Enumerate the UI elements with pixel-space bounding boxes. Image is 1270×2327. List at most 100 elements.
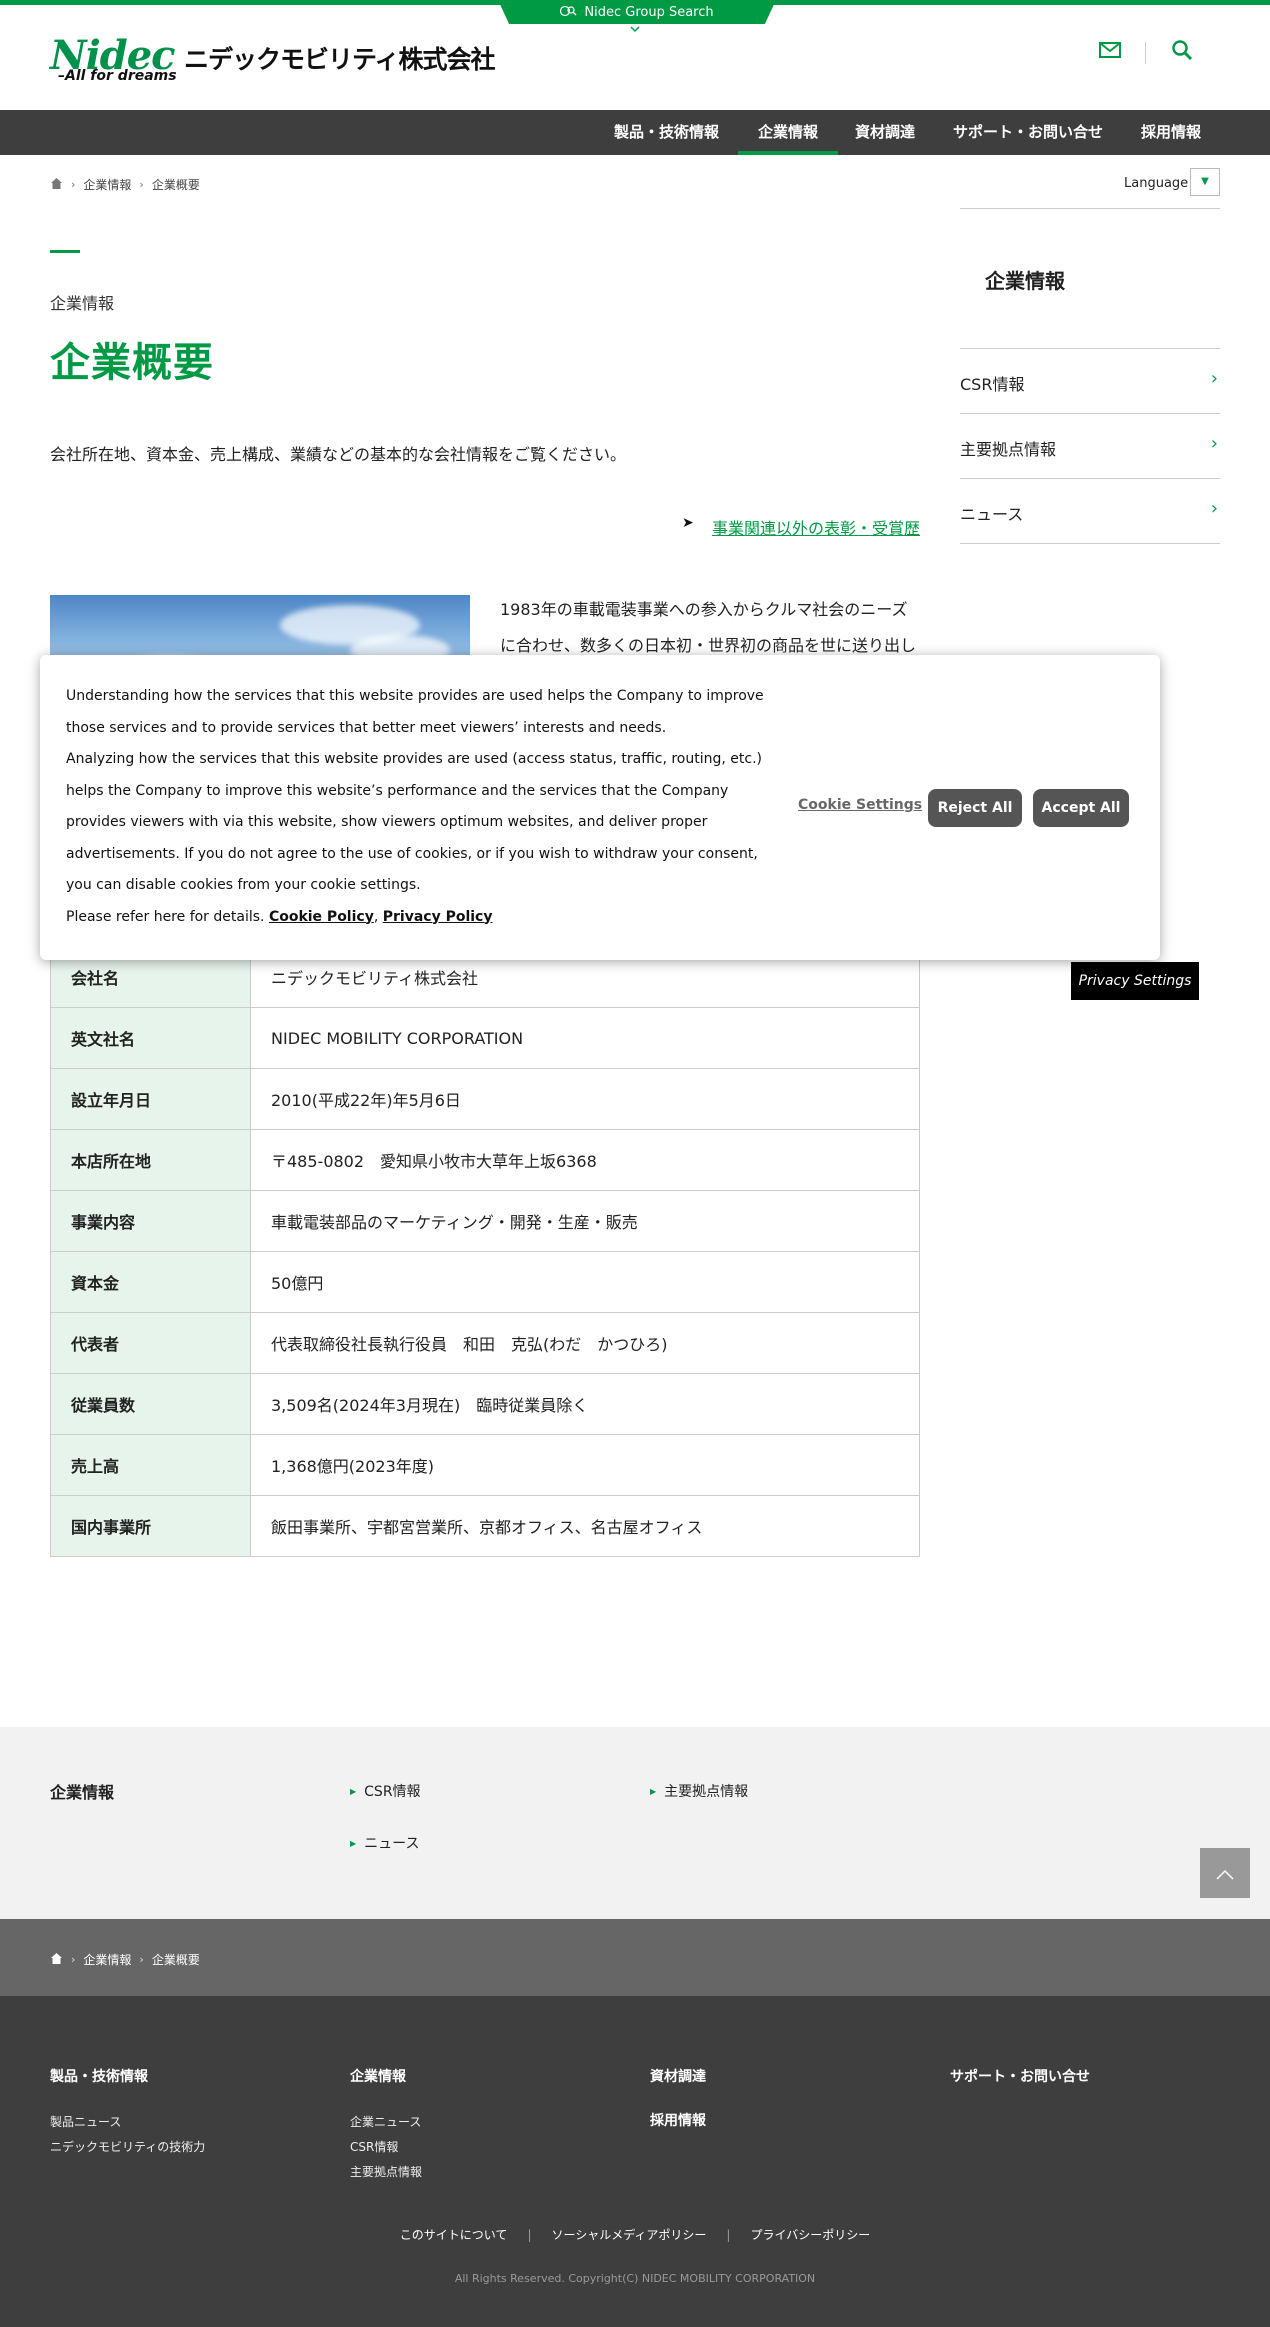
back-to-top-button[interactable] (1200, 1848, 1250, 1898)
sidebar-heading[interactable]: 企業情報 (985, 265, 1065, 294)
footer-col-heading[interactable]: 採用情報 (650, 2110, 706, 2130)
breadcrumb-separator: › (139, 1953, 144, 1966)
footer-link[interactable]: ニデックモビリティの技術力 (50, 2135, 205, 2160)
table-key: 英文社名 (50, 1007, 251, 1069)
nav-item-support[interactable]: サポート・お問い合せ (953, 110, 1103, 155)
sidebar-item-news[interactable]: ニュース › (960, 478, 1220, 543)
footer-col-heading[interactable]: 製品・技術情報 (50, 2066, 205, 2086)
footer-breadcrumb: › 企業情報 › 企業概要 (50, 1951, 200, 1968)
breadcrumb-item-corporate[interactable]: 企業情報 (83, 176, 131, 193)
language-dropdown[interactable]: ▼ (1190, 168, 1220, 196)
table-row: 売上高 1,368億円(2023年度) (50, 1434, 920, 1496)
cookie-banner: Understanding how the services that this… (40, 655, 1160, 960)
table-value: 代表取締役社長執行役員 和田 克弘(わだ かつひろ) (250, 1312, 920, 1374)
breadcrumb-item-corporate[interactable]: 企業情報 (83, 1951, 131, 1968)
nav-item-corporate[interactable]: 企業情報 (737, 110, 839, 155)
cookie-text: Understanding how the services that this… (66, 681, 786, 933)
sidebar-divider (960, 208, 1220, 209)
site-logo[interactable]: Nidec –All for dreams ニデックモビリティ株式会社 (50, 34, 496, 85)
cookie-policy-link[interactable]: Cookie Policy (269, 909, 374, 925)
footer-link-news[interactable]: ニュース (350, 1833, 419, 1853)
breadcrumb-separator: › (71, 178, 76, 191)
privacy-policy-link[interactable]: Privacy Policy (383, 909, 493, 925)
footer-link-privacy[interactable]: プライバシーポリシー (730, 2228, 890, 2242)
table-key: 設立年月日 (50, 1068, 251, 1130)
cookie-settings-link[interactable]: Cookie Settings (798, 797, 922, 813)
page-kicker: 企業情報 (50, 294, 115, 313)
company-info-table: 会社名 ニデックモビリティ株式会社 英文社名 NIDEC MOBILITY CORP… (50, 946, 920, 1557)
footer-link[interactable]: 製品ニュース (50, 2110, 205, 2135)
nav-item-products[interactable]: 製品・技術情報 (614, 110, 719, 155)
privacy-settings-button[interactable]: Privacy Settings (1071, 962, 1199, 1000)
chevron-down-icon[interactable] (629, 26, 641, 36)
search-icon[interactable] (1170, 38, 1198, 66)
mail-icon[interactable] (1098, 40, 1124, 66)
footer-section-links: 企業情報 CSR情報 主要拠点情報 ニュース (0, 1727, 1270, 1919)
language-label: Language (1124, 176, 1189, 191)
table-row: 代表者 代表取締役社長執行役員 和田 克弘(わだ かつひろ) (50, 1312, 920, 1374)
footer-link-locations[interactable]: 主要拠点情報 (650, 1781, 748, 1801)
footer-link[interactable]: 主要拠点情報 (350, 2160, 422, 2185)
table-key: 代表者 (50, 1312, 251, 1374)
footer-breadcrumb-bar: › 企業情報 › 企業概要 (0, 1919, 1270, 1996)
footer-col-procurement: 資材調達 採用情報 (650, 2066, 706, 2130)
sidebar-divider (960, 543, 1220, 544)
arrow-right-icon: ➤ (682, 515, 694, 531)
sidebar-item-label: 主要拠点情報 (960, 440, 1057, 459)
reject-all-button[interactable]: Reject All (928, 789, 1022, 827)
copyright: All Rights Reserved. Copyright(C) NIDEC … (454, 2272, 816, 2285)
sidebar-item-label: CSR情報 (960, 375, 1025, 394)
breadcrumb-item-current: 企業概要 (151, 1953, 200, 1967)
table-row: 設立年月日 2010(平成22年)年5月6日 (50, 1068, 920, 1130)
table-key: 資本金 (50, 1251, 251, 1313)
footer-link[interactable]: 企業ニュース (350, 2110, 422, 2135)
footer-link-about[interactable]: このサイトについて (380, 2228, 528, 2242)
table-key: 従業員数 (50, 1373, 251, 1435)
table-key: 国内事業所 (50, 1495, 251, 1557)
table-value: 車載電装部品のマーケティング・開発・生産・販売 (250, 1190, 920, 1252)
breadcrumb: › 企業情報 › 企業概要 (50, 176, 200, 193)
cookie-paragraph: Understanding how the services that this… (66, 688, 764, 736)
table-row: 本店所在地 〒485-0802 愛知県小牧市大草年上坂6368 (50, 1129, 920, 1191)
global-nav: 製品・技術情報 企業情報 資材調達 サポート・お問い合せ 採用情報 (0, 110, 1270, 155)
logo-tagline: –All for dreams (58, 68, 177, 84)
table-value: 1,368億円(2023年度) (250, 1434, 920, 1496)
nav-item-procurement[interactable]: 資材調達 (855, 110, 915, 155)
footer-link-csr[interactable]: CSR情報 (350, 1781, 420, 1801)
nav-item-recruit[interactable]: 採用情報 (1141, 110, 1201, 155)
footer-col-heading[interactable]: 資材調達 (650, 2066, 706, 2086)
cookie-paragraph: Please refer here for details. Cookie Po… (66, 908, 493, 925)
table-value: 飯田事業所、宇都宮営業所、京都オフィス、名古屋オフィス (250, 1495, 920, 1557)
footer-links-title[interactable]: 企業情報 (50, 1779, 114, 1803)
footer-col-heading[interactable]: 企業情報 (350, 2066, 422, 2086)
sidebar-item-csr[interactable]: CSR情報 › (960, 348, 1220, 413)
table-value: 〒485-0802 愛知県小牧市大草年上坂6368 (250, 1129, 920, 1191)
footer-col-products: 製品・技術情報 製品ニュース ニデックモビリティの技術力 (50, 2066, 205, 2160)
footer-col-corporate: 企業情報 企業ニュース CSR情報 主要拠点情報 (350, 2066, 422, 2185)
group-search-tab[interactable]: Nidec Group Search (498, 0, 776, 24)
table-row: 従業員数 3,509名(2024年3月現在) 臨時従業員除く (50, 1373, 920, 1435)
footer-link[interactable]: CSR情報 (350, 2135, 422, 2160)
home-icon[interactable] (50, 1952, 63, 1968)
group-search-label: Nidec Group Search (584, 4, 714, 20)
table-row: 資本金 50億円 (50, 1251, 920, 1313)
home-icon[interactable] (50, 177, 63, 193)
cookie-paragraph: Analyzing how the services that this web… (66, 751, 763, 893)
table-value: 2010(平成22年)年5月6日 (250, 1068, 920, 1130)
table-key: 本店所在地 (50, 1129, 251, 1191)
footer-col-heading[interactable]: サポート・お問い合せ (950, 2066, 1090, 2086)
chevron-up-icon (1216, 1869, 1234, 1880)
table-key: 事業内容 (50, 1190, 251, 1252)
table-value: NIDEC MOBILITY CORPORATION (250, 1007, 920, 1069)
awards-link[interactable]: 事業関連以外の表彰・受賞歴 (712, 515, 920, 539)
heading-accent (50, 250, 80, 253)
accept-all-button[interactable]: Accept All (1033, 789, 1129, 827)
chevron-right-icon: › (1210, 498, 1218, 519)
site-footer: 製品・技術情報 製品ニュース ニデックモビリティの技術力 企業情報 企業ニュース… (0, 1996, 1270, 2327)
footer-bottom-links: このサイトについて | ソーシャルメディアポリシー | プライバシーポリシー (0, 2226, 1270, 2243)
sidebar-item-locations[interactable]: 主要拠点情報 › (960, 413, 1220, 478)
breadcrumb-item-current: 企業概要 (151, 178, 200, 192)
header-divider (1145, 42, 1146, 64)
table-row: 英文社名 NIDEC MOBILITY CORPORATION (50, 1007, 920, 1069)
footer-link-social-policy[interactable]: ソーシャルメディアポリシー (531, 2228, 726, 2242)
